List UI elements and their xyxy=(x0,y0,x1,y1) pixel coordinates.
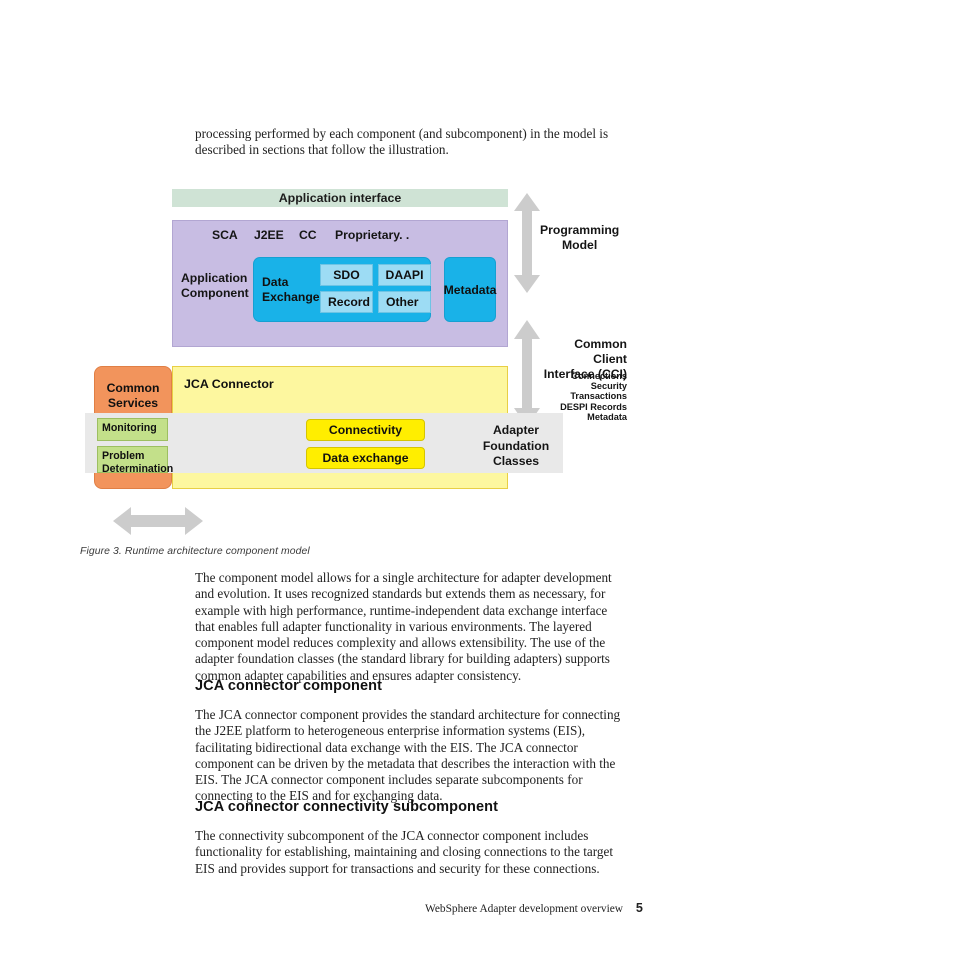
problem-determination-box: Problem Determination xyxy=(97,446,174,475)
connectivity-button: Connectivity xyxy=(306,419,425,441)
document-page: processing performed by each component (… xyxy=(0,0,954,954)
figure-runtime-architecture: Application interface SCA J2EE CC Propri… xyxy=(0,0,954,560)
afc-line3: Classes xyxy=(492,454,540,468)
section-body-jca-connector-component: The JCA connector component provides the… xyxy=(195,707,621,804)
cci-item-transactions: Transactions xyxy=(570,391,627,402)
section-body-jca-connectivity-subcomponent: The connectivity subcomponent of the JCA… xyxy=(195,828,614,876)
programming-model-line2: Model xyxy=(562,238,598,252)
section-heading-jca-connector-component: JCA connector component xyxy=(195,678,383,694)
protocol-proprietary: Proprietary. . xyxy=(335,228,410,242)
cci-label-line1: Common Client xyxy=(574,337,627,366)
common-services-line2: Services xyxy=(107,396,159,410)
afc-line1: Adapter xyxy=(492,423,540,437)
metadata-box: Metadata xyxy=(444,257,496,322)
cci-item-despi-records: DESPI Records xyxy=(560,401,627,412)
paragraph-after-figure: The component model allows for a single … xyxy=(195,570,612,683)
application-component-label: Application Component xyxy=(181,271,251,301)
cci-item-connections: Connections xyxy=(571,371,627,381)
data-exchange-item-record: Record xyxy=(320,291,373,313)
section-heading-jca-connectivity-subcomponent: JCA connector connectivity subcomponent xyxy=(195,799,499,815)
data-exchange-item-sdo: SDO xyxy=(320,264,373,286)
data-exchange-item-daapi: DAAPI xyxy=(378,264,431,286)
common-services-line1: Common xyxy=(106,381,160,395)
problem-determination-line2: Determination xyxy=(102,462,174,475)
problem-determination-line1: Problem xyxy=(102,450,145,462)
application-interface-bar: Application interface xyxy=(172,189,508,207)
afc-line2: Foundation xyxy=(482,438,550,453)
data-exchange-label-line2: Exchange xyxy=(262,290,320,304)
programming-model-label: Programming Model xyxy=(540,223,619,253)
protocol-sca: SCA xyxy=(212,228,238,242)
footer-running-title: WebSphere Adapter development overview xyxy=(425,903,624,915)
protocol-row: SCA J2EE CC Proprietary. . xyxy=(212,228,409,242)
application-component-label-line2: Component xyxy=(181,286,249,300)
programming-model-arrow xyxy=(514,193,540,293)
adapter-foundation-classes-label: Adapter Foundation Classes xyxy=(466,423,566,470)
programming-model-line1: Programming xyxy=(540,223,620,237)
figure-caption: Figure 3. Runtime architecture component… xyxy=(80,546,310,557)
monitoring-label: Monitoring xyxy=(102,422,157,434)
footer-page-number: 5 xyxy=(635,901,643,915)
data-exchange-label: Data Exchange xyxy=(262,275,320,305)
eis-bidirectional-arrow xyxy=(113,507,203,535)
data-exchange-label-line1: Data xyxy=(262,275,289,289)
application-component-label-line1: Application xyxy=(181,271,248,285)
data-exchange-box: Data Exchange SDO DAAPI Record Other xyxy=(253,257,431,322)
protocol-j2ee: J2EE xyxy=(254,228,284,242)
jca-connector-label: JCA Connector xyxy=(184,377,274,391)
monitoring-box: Monitoring xyxy=(97,418,168,441)
data-exchange-button: Data exchange xyxy=(306,447,425,469)
data-exchange-item-other: Other xyxy=(378,291,431,313)
cci-item-security: Security xyxy=(590,381,627,392)
page-footer: WebSphere Adapter development overview 5 xyxy=(425,901,643,915)
protocol-cc: CC xyxy=(299,228,317,242)
